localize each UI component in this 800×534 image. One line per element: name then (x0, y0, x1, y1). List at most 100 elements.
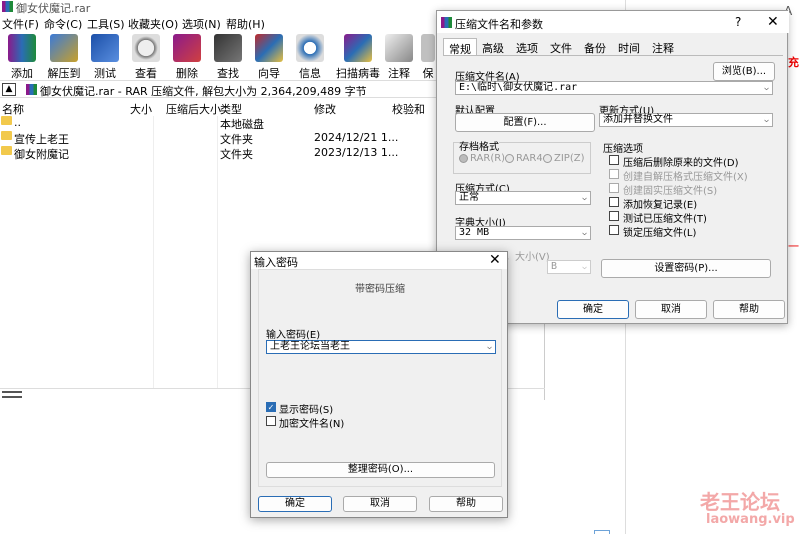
column-modified[interactable]: 修改 (314, 101, 336, 117)
split-unit-select[interactable]: B ⌵ (547, 260, 591, 274)
menu-options[interactable]: 选项(N) (182, 16, 221, 32)
close-icon[interactable]: ✕ (767, 14, 779, 30)
file-name: 宣传上老王 (14, 133, 69, 146)
archive-options-label: 压缩选项 (603, 144, 643, 155)
folder-icon (1, 146, 12, 155)
delete-after-checkbox[interactable] (609, 155, 619, 165)
cancel-button[interactable]: 取消 (343, 496, 417, 512)
create-sfx-checkbox[interactable] (609, 169, 619, 179)
show-password-checkbox[interactable]: ✓ (266, 402, 276, 412)
menu-commands[interactable]: 命令(C) (44, 16, 82, 32)
menu-favorites[interactable]: 收藏夹(O) (128, 16, 178, 32)
scan-virus-icon (344, 34, 372, 62)
tab-comment[interactable]: 注释 (647, 38, 679, 56)
show-password-label: 显示密码(S) (279, 405, 334, 416)
winrar-icon (2, 1, 13, 12)
file-type: 文件夹 (220, 133, 253, 146)
set-password-button[interactable]: 设置密码(P)... (601, 259, 771, 278)
menu-file[interactable]: 文件(F) (2, 16, 39, 32)
tab-advanced[interactable]: 高级 (477, 38, 509, 56)
column-name[interactable]: 名称 (2, 101, 24, 117)
file-type: 本地磁盘 (220, 118, 264, 131)
ok-button[interactable]: 确定 (557, 300, 629, 319)
parent-folder-icon (1, 116, 12, 125)
tab-files[interactable]: 文件 (545, 38, 577, 56)
column-size[interactable]: 大小 (130, 101, 152, 117)
test-archived-checkbox[interactable] (609, 211, 619, 221)
tab-bar: 常规 高级 选项 文件 备份 时间 注释 (439, 38, 779, 56)
create-solid-label: 创建固实压缩文件(S) (623, 186, 718, 197)
binoculars-icon (214, 34, 242, 62)
column-checksum[interactable]: 校验和 (392, 101, 425, 117)
compression-method-select[interactable]: 正常 ⌵ (455, 191, 591, 205)
organize-passwords-button[interactable]: 整理密码(O)... (266, 462, 495, 478)
file-modified: 2024/12/21 1... (314, 131, 399, 144)
up-folder-button[interactable]: ▲ (2, 83, 16, 96)
encrypt-names-checkbox[interactable] (266, 416, 276, 426)
chevron-down-icon: ⌵ (764, 115, 769, 124)
view-button[interactable]: 查看 (125, 32, 167, 80)
password-panel: 带密码压缩 输入密码(E) 上老王论坛当老王 ⌵ ✓ 显示密码(S) 加密文件名(… (258, 269, 502, 487)
encrypt-names-label: 加密文件名(N) (279, 419, 345, 430)
recovery-record-label: 添加恢复记录(E) (623, 200, 698, 211)
create-solid-checkbox[interactable] (609, 183, 619, 193)
recovery-record-checkbox[interactable] (609, 197, 619, 207)
key-icon (2, 391, 22, 398)
archive-icon (26, 84, 37, 95)
password-input[interactable]: 上老王论坛当老王 ⌵ (266, 340, 496, 354)
tab-backup[interactable]: 备份 (579, 38, 611, 56)
format-rar-radio[interactable] (459, 154, 468, 163)
lock-archive-checkbox[interactable] (609, 225, 619, 235)
help-icon[interactable]: ? (735, 15, 741, 29)
delete-button[interactable]: 删除 (166, 32, 208, 80)
chevron-down-icon[interactable]: ⌵ (487, 341, 492, 353)
protect-button[interactable]: 保 (420, 32, 436, 80)
file-name: .. (14, 116, 21, 129)
lock-archive-label: 锁定压缩文件(L) (623, 228, 697, 239)
extract-to-button[interactable]: 解压到 (43, 32, 85, 80)
comment-icon (385, 34, 413, 62)
profiles-button[interactable]: 配置(F)... (455, 113, 595, 132)
taskbar-thumbnail[interactable] (594, 530, 610, 534)
format-rar4-radio[interactable] (505, 154, 514, 163)
chevron-down-icon[interactable]: ⌵ (764, 82, 769, 94)
find-button[interactable]: 查找 (207, 32, 249, 80)
info-icon (296, 34, 324, 62)
format-rar4-label: RAR4 (516, 153, 543, 164)
menu-tools[interactable]: 工具(S) (87, 16, 125, 32)
winrar-icon (441, 17, 452, 28)
archive-format-label: 存档格式 (459, 138, 499, 153)
wizard-icon (255, 34, 283, 62)
menu-help[interactable]: 帮助(H) (226, 16, 265, 32)
dictionary-size-select[interactable]: 32 MB ⌵ (455, 226, 591, 240)
comment-button[interactable]: 注释 (378, 32, 420, 80)
help-button[interactable]: 帮助 (713, 300, 785, 319)
tab-time[interactable]: 时间 (613, 38, 645, 56)
browse-button[interactable]: 浏览(B)... (713, 62, 775, 81)
password-dialog: 输入密码 ✕ 带密码压缩 输入密码(E) 上老王论坛当老王 ⌵ ✓ 显示密码(S)… (250, 251, 508, 518)
column-packed-size[interactable]: 压缩后大小 (166, 101, 221, 117)
column-type[interactable]: 类型 (220, 101, 242, 117)
tab-general[interactable]: 常规 (443, 38, 477, 56)
test-button[interactable]: 测试 (84, 32, 126, 80)
background-red-text: 充 (788, 56, 799, 69)
folder-icon (1, 131, 12, 140)
tab-options[interactable]: 选项 (511, 38, 543, 56)
cancel-button[interactable]: 取消 (635, 300, 707, 319)
ok-button[interactable]: 确定 (258, 496, 332, 512)
file-type: 文件夹 (220, 148, 253, 161)
archive-name-input[interactable]: E:\临时\御女伏魔记.rar ⌵ (455, 81, 773, 95)
close-icon[interactable]: ✕ (489, 252, 501, 268)
info-button[interactable]: 信息 (289, 32, 331, 80)
add-button[interactable]: 添加 (1, 32, 43, 80)
help-button[interactable]: 帮助 (429, 496, 503, 512)
update-mode-select[interactable]: 添加并替换文件 ⌵ (599, 113, 773, 127)
password-subtitle: 带密码压缩 (355, 284, 405, 295)
dialog-titlebar: 输入密码 ✕ (251, 252, 507, 269)
dialog-title: 输入密码 (254, 256, 298, 269)
extract-icon (50, 34, 78, 62)
wizard-button[interactable]: 向导 (248, 32, 290, 80)
scan-virus-button[interactable]: 扫描病毒 (334, 32, 382, 80)
format-zip-radio[interactable] (543, 154, 552, 163)
file-name: 御女附魔记 (14, 148, 69, 161)
